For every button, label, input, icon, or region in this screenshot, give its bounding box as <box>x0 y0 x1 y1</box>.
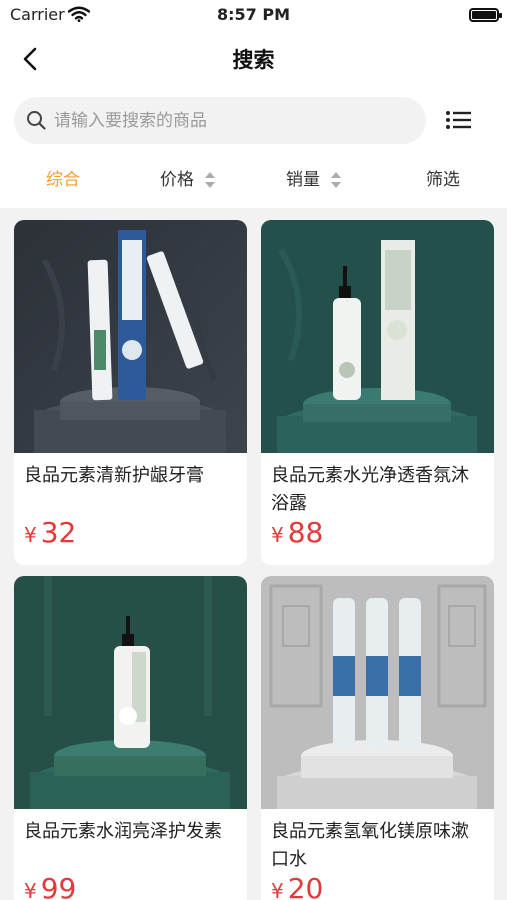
product-name: 良品元素氢氧化镁原味漱口水 <box>271 821 469 870</box>
product-price: ¥ 88 <box>271 516 323 549</box>
product-card[interactable]: 良品元素水光净透香氛沐浴露 ¥ 88 <box>261 220 494 565</box>
search-row <box>0 88 507 152</box>
filter-price[interactable]: 价格 <box>160 152 216 208</box>
price-currency: ¥ <box>271 879 284 900</box>
product-card[interactable]: 良品元素氢氧化镁原味漱口水 ¥ 20 <box>261 576 494 900</box>
product-name: 良品元素水润亮泽护发素 <box>24 821 222 842</box>
price-value: 32 <box>40 516 77 549</box>
product-image <box>261 220 494 453</box>
status-time: 8:57 PM <box>216 5 290 24</box>
list-icon[interactable] <box>444 106 474 134</box>
price-value: 20 <box>287 872 324 900</box>
product-name: 良品元素水光净透香氛沐浴露 <box>271 465 469 514</box>
search-input[interactable] <box>54 97 414 144</box>
filter-sales[interactable]: 销量 <box>286 152 342 208</box>
filter-label: 综合 <box>46 170 80 190</box>
product-image <box>14 220 247 453</box>
price-currency: ¥ <box>271 523 284 547</box>
product-price: ¥ 20 <box>271 872 323 900</box>
search-icon <box>27 111 46 130</box>
filter-screen[interactable]: 筛选 <box>426 152 460 208</box>
price-value: 88 <box>287 516 324 549</box>
product-image <box>261 576 494 809</box>
product-card[interactable]: 良品元素水润亮泽护发素 ¥ 99 <box>14 576 247 900</box>
page-title: 搜索 <box>232 48 275 72</box>
sort-icon <box>331 172 341 188</box>
product-image <box>14 576 247 809</box>
filter-label: 价格 <box>160 170 194 190</box>
product-name: 良品元素清新护龈牙膏 <box>24 465 204 486</box>
nav-bar: 搜索 <box>0 30 507 88</box>
filter-bar: 综合 价格 销量 筛选 <box>0 152 507 208</box>
filter-label: 筛选 <box>426 170 460 190</box>
status-bar: Carrier 8:57 PM <box>0 0 507 30</box>
search-box[interactable] <box>14 97 426 144</box>
sort-icon <box>205 172 215 188</box>
product-price: ¥ 32 <box>24 516 76 549</box>
price-currency: ¥ <box>24 879 37 900</box>
battery-icon <box>469 8 502 22</box>
price-currency: ¥ <box>24 523 37 547</box>
filter-label: 销量 <box>286 170 320 190</box>
price-value: 99 <box>40 872 77 900</box>
filter-comprehensive[interactable]: 综合 <box>46 152 80 208</box>
product-card[interactable]: 良品元素清新护龈牙膏 ¥ 32 <box>14 220 247 565</box>
product-price: ¥ 99 <box>24 872 76 900</box>
